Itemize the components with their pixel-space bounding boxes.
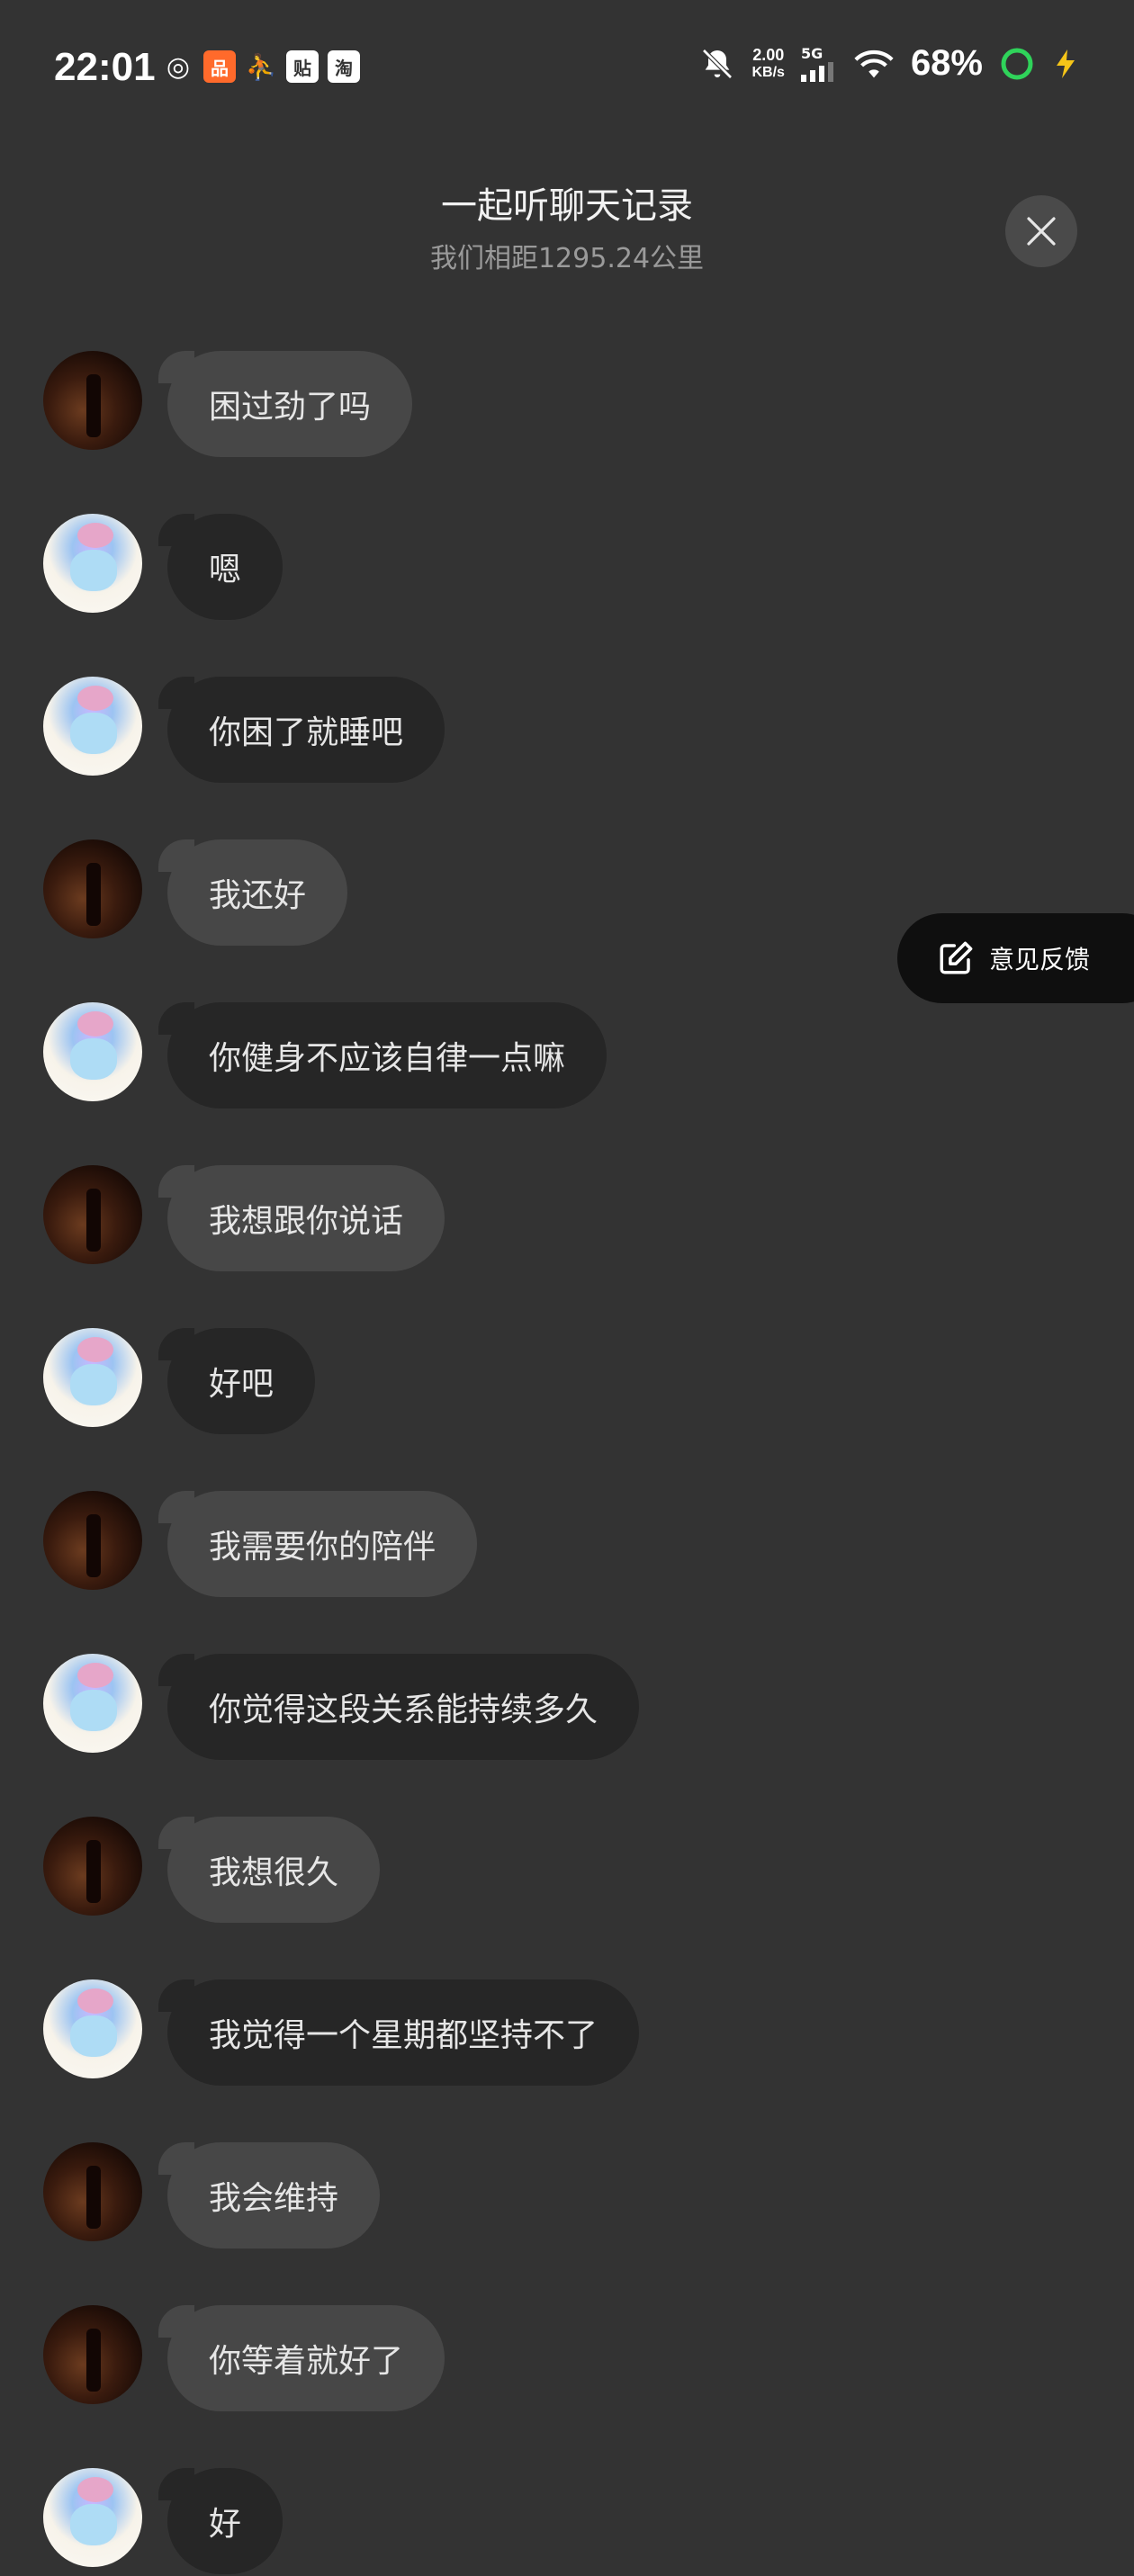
- edit-icon: [940, 941, 973, 974]
- speed-value: 2.00: [752, 45, 785, 64]
- avatar-self[interactable]: [43, 1979, 142, 2078]
- status-time: 22:01: [54, 45, 156, 89]
- message-bubble: 我觉得一个星期都坚持不了: [158, 1979, 640, 2086]
- chat-message: 我会维持: [43, 2142, 1033, 2250]
- feedback-label: 意见反馈: [989, 945, 1091, 974]
- avatar-self[interactable]: [43, 1002, 142, 1101]
- chat-message: 我需要你的陪伴: [43, 1491, 1033, 1599]
- feedback-button[interactable]: 意见反馈: [897, 913, 1134, 1003]
- speed-unit: KB/s: [752, 64, 785, 80]
- avatar-partner[interactable]: [43, 2305, 142, 2404]
- message-bubble: 你健身不应该自律一点嘛: [158, 1002, 608, 1108]
- status-app-icons: ◎ 品 ⛹ 贴 淘: [162, 50, 360, 83]
- avatar-partner[interactable]: [43, 1491, 142, 1590]
- charging-icon: [1057, 49, 1075, 78]
- chat-message: 我觉得一个星期都坚持不了: [43, 1979, 1033, 2087]
- wifi-icon: [854, 49, 894, 77]
- chat-message: 我还好: [43, 839, 1033, 947]
- avatar-self[interactable]: [43, 2468, 142, 2567]
- keep-icon: ⛹: [245, 51, 277, 82]
- message-bubble: 好: [158, 2468, 284, 2574]
- distance-subtitle: 我们相距1295.24公里: [429, 243, 705, 274]
- status-indicators: 2.00 KB/s 5G 68%: [699, 43, 1080, 84]
- avatar-self[interactable]: [43, 1654, 142, 1753]
- avatar-self[interactable]: [43, 1328, 142, 1427]
- close-icon: [1027, 217, 1056, 246]
- message-bubble: 嗯: [158, 514, 284, 620]
- chat-message: 嗯: [43, 514, 1033, 622]
- message-bubble: 你困了就睡吧: [158, 677, 446, 783]
- chat-message: 困过劲了吗: [43, 351, 1033, 459]
- taobao-icon: 淘: [328, 50, 360, 83]
- message-bubble: 你觉得这段关系能持续多久: [158, 1654, 640, 1760]
- chat-message: 你健身不应该自律一点嘛: [43, 1002, 1033, 1110]
- chat-message: 你觉得这段关系能持续多久: [43, 1654, 1033, 1762]
- message-bubble: 好吧: [158, 1328, 316, 1434]
- network-speed: 2.00 KB/s: [752, 46, 784, 82]
- avatar-self[interactable]: [43, 677, 142, 776]
- page-title: 一起听聊天记录: [441, 185, 693, 227]
- cellular-signal: 5G: [800, 45, 837, 82]
- avatar-partner[interactable]: [43, 351, 142, 450]
- network-type: 5G: [800, 45, 824, 62]
- message-bubble: 困过劲了吗: [158, 351, 413, 457]
- message-bubble: 你等着就好了: [158, 2305, 446, 2411]
- mute-bell-icon: [702, 48, 734, 79]
- avatar-partner[interactable]: [43, 1817, 142, 1916]
- message-bubble: 我想很久: [158, 1817, 381, 1923]
- chat-message: 我想很久: [43, 1817, 1033, 1925]
- chat-message: 我想跟你说话: [43, 1165, 1033, 1273]
- message-bubble: 我需要你的陪伴: [158, 1491, 478, 1597]
- chat-message: 好: [43, 2468, 1033, 2576]
- close-button[interactable]: [1005, 195, 1077, 267]
- message-bubble: 我会维持: [158, 2142, 381, 2248]
- status-bar: 22:01 ◎ 品 ⛹ 贴 淘 2.00 KB/s 5G 68%: [0, 0, 1134, 135]
- message-bubble: 我想跟你说话: [158, 1165, 446, 1271]
- battery-level: 68%: [910, 43, 983, 83]
- app-orange-icon: 品: [203, 50, 236, 83]
- message-bubble: 我还好: [158, 839, 348, 946]
- chat-message: 好吧: [43, 1328, 1033, 1436]
- avatar-self[interactable]: [43, 514, 142, 613]
- battery-ring-icon: [1001, 48, 1033, 79]
- signal-bars-icon: [800, 62, 833, 82]
- chat-message: 你等着就好了: [43, 2305, 1033, 2413]
- chat-message: 你困了就睡吧: [43, 677, 1033, 785]
- avatar-partner[interactable]: [43, 839, 142, 938]
- avatar-partner[interactable]: [43, 1165, 142, 1264]
- tieba-icon: 贴: [286, 50, 319, 83]
- netease-music-icon: ◎: [166, 50, 191, 83]
- avatar-partner[interactable]: [43, 2142, 142, 2241]
